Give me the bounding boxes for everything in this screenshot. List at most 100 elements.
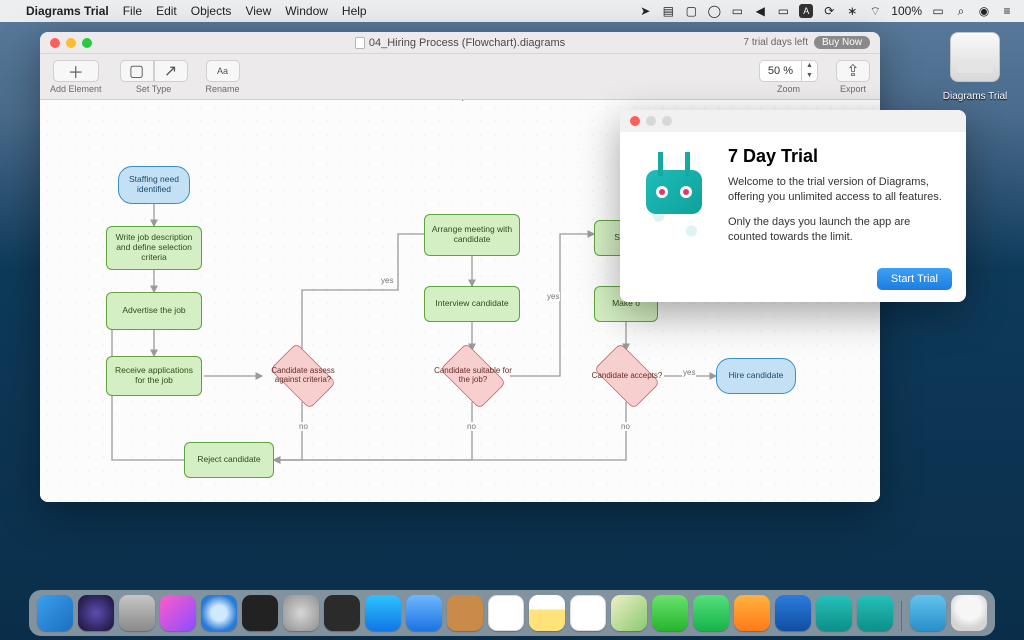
disk-icon xyxy=(950,32,1000,82)
dock-item-reminders[interactable] xyxy=(570,595,606,631)
rename-label: Rename xyxy=(206,84,240,94)
rename-button[interactable]: Aa xyxy=(206,60,240,82)
dock-item-messages[interactable] xyxy=(652,595,688,631)
zoom-label: Zoom xyxy=(777,84,800,94)
display-menu-icon[interactable]: ▭ xyxy=(776,4,790,18)
edge-label-yes-1: yes xyxy=(380,276,394,285)
dock-item-siri[interactable] xyxy=(78,595,114,631)
dock-item-facetime[interactable] xyxy=(693,595,729,631)
wifi-icon[interactable]: ⌔ xyxy=(868,4,882,18)
dock-item-diagrams-1[interactable] xyxy=(816,595,852,631)
node-interview-candidate[interactable]: Interview candidate xyxy=(424,286,520,322)
mouse-cursor: ↖ xyxy=(455,100,465,104)
camera-menu-icon[interactable]: ▭ xyxy=(730,4,744,18)
desktop-volume-label: Diagrams Trial xyxy=(943,91,1007,102)
export-button[interactable]: ⇪ xyxy=(836,60,870,82)
window-titlebar[interactable]: 04_Hiring Process (Flowchart).diagrams 7… xyxy=(40,32,880,54)
location-services-icon[interactable]: ➤ xyxy=(638,4,652,18)
dock-item-diagrams-2[interactable] xyxy=(857,595,893,631)
dock-item-finder[interactable] xyxy=(37,595,73,631)
dock-separator xyxy=(901,601,902,631)
zoom-down-icon[interactable]: ▼ xyxy=(806,71,813,81)
dock-item-notes[interactable] xyxy=(529,595,565,631)
menu-file[interactable]: File xyxy=(123,4,142,18)
clipboard-menu-icon[interactable]: ▤ xyxy=(661,4,675,18)
menu-window[interactable]: Window xyxy=(285,4,328,18)
dialog-close-button[interactable] xyxy=(630,116,640,126)
start-trial-button[interactable]: Start Trial xyxy=(877,268,952,290)
buy-now-button[interactable]: Buy Now xyxy=(814,36,870,49)
set-type-rect-button[interactable]: ▢ xyxy=(120,60,154,82)
node-advertise-job[interactable]: Advertise the job xyxy=(106,292,202,330)
dock-item-books[interactable] xyxy=(734,595,770,631)
edge-label-no-3: no xyxy=(620,422,631,431)
node-write-job-description[interactable]: Write job description and define selecti… xyxy=(106,226,202,270)
dock-item-terminal[interactable] xyxy=(242,595,278,631)
close-window-button[interactable] xyxy=(50,38,60,48)
node-decision-assess-criteria[interactable]: Candidate assess against criteria? xyxy=(264,350,342,402)
battery-percentage[interactable]: 100% xyxy=(891,4,922,18)
battery-icon[interactable]: ▭ xyxy=(931,4,945,18)
dock-item-mail[interactable] xyxy=(406,595,442,631)
dialog-minimize-button xyxy=(646,116,656,126)
menu-edit[interactable]: Edit xyxy=(156,4,177,18)
document-icon xyxy=(355,37,365,49)
node-decision-accepts[interactable]: Candidate accepts? xyxy=(588,350,666,402)
dock-item-contacts[interactable] xyxy=(447,595,483,631)
dock-item-downloads[interactable] xyxy=(910,595,946,631)
time-machine-icon[interactable]: ⟳ xyxy=(822,4,836,18)
desktop: Diagrams Trial File Edit Objects View Wi… xyxy=(0,0,1024,640)
dock xyxy=(29,590,995,636)
menu-help[interactable]: Help xyxy=(342,4,367,18)
document-title: 04_Hiring Process (Flowchart).diagrams xyxy=(369,37,565,49)
node-start-staffing-need[interactable]: Staffing need identified xyxy=(118,166,190,204)
trial-dialog-window: 7 Day Trial Welcome to the trial version… xyxy=(620,110,966,302)
trial-dialog-paragraph-2: Only the days you launch the app are cou… xyxy=(728,215,950,245)
window-menu-icon[interactable]: ▢ xyxy=(684,4,698,18)
bluetooth-icon[interactable]: ∗ xyxy=(845,4,859,18)
dock-item-activity[interactable] xyxy=(324,595,360,631)
node-arrange-meeting[interactable]: Arrange meeting with candidate xyxy=(424,214,520,256)
node-decision-suitable[interactable]: Candidate suitable for the job? xyxy=(434,350,512,402)
desktop-volume-diagrams-trial[interactable]: Diagrams Trial xyxy=(940,32,1010,104)
timer-menu-icon[interactable]: ◯ xyxy=(707,4,721,18)
edge-label-yes-3: yes xyxy=(682,368,696,377)
node-reject-candidate[interactable]: Reject candidate xyxy=(184,442,274,478)
menu-objects[interactable]: Objects xyxy=(191,4,232,18)
dock-item-calendar[interactable] xyxy=(488,595,524,631)
profile-menu-icon[interactable]: ◉ xyxy=(977,4,991,18)
trial-dialog-paragraph-1: Welcome to the trial version of Diagrams… xyxy=(728,175,950,205)
dock-item-music[interactable] xyxy=(160,595,196,631)
zoom-window-button[interactable] xyxy=(82,38,92,48)
dock-item-trash[interactable] xyxy=(951,595,987,631)
menu-view[interactable]: View xyxy=(245,4,271,18)
zoom-control[interactable]: 50 % ▲ ▼ xyxy=(759,60,818,82)
node-hire-candidate[interactable]: Hire candidate xyxy=(716,358,796,394)
input-source-icon[interactable]: A xyxy=(799,4,813,18)
dock-item-appstore[interactable] xyxy=(365,595,401,631)
dock-item-launchpad[interactable] xyxy=(119,595,155,631)
trial-dialog-titlebar[interactable] xyxy=(620,110,966,132)
zoom-value: 50 % xyxy=(760,65,801,77)
dock-item-safari[interactable] xyxy=(201,595,237,631)
zoom-up-icon[interactable]: ▲ xyxy=(806,61,813,71)
set-type-connector-button[interactable]: ↗ xyxy=(154,60,188,82)
trial-days-left-label: 7 trial days left xyxy=(744,37,808,48)
dock-item-xcode[interactable] xyxy=(775,595,811,631)
trial-dialog-title: 7 Day Trial xyxy=(728,146,950,167)
spotlight-icon[interactable]: ⌕ xyxy=(954,4,968,18)
node-receive-applications[interactable]: Receive applications for the job xyxy=(106,356,202,396)
diagrams-app-icon xyxy=(634,146,716,246)
notification-center-icon[interactable]: ≡ xyxy=(1000,4,1014,18)
dock-item-settings[interactable] xyxy=(283,595,319,631)
add-element-button[interactable]: ＋ xyxy=(53,60,99,82)
dock-item-maps[interactable] xyxy=(611,595,647,631)
minimize-window-button[interactable] xyxy=(66,38,76,48)
volume-icon[interactable]: ◀︎ xyxy=(753,4,767,18)
menubar-app-name[interactable]: Diagrams Trial xyxy=(26,4,109,18)
dialog-zoom-button xyxy=(662,116,672,126)
export-label: Export xyxy=(840,84,866,94)
editor-toolbar: ＋ Add Element ▢ ↗ Set Type Aa Rename 50 … xyxy=(40,54,880,100)
edge-label-no-1: no xyxy=(298,422,309,431)
set-type-label: Set Type xyxy=(136,84,171,94)
